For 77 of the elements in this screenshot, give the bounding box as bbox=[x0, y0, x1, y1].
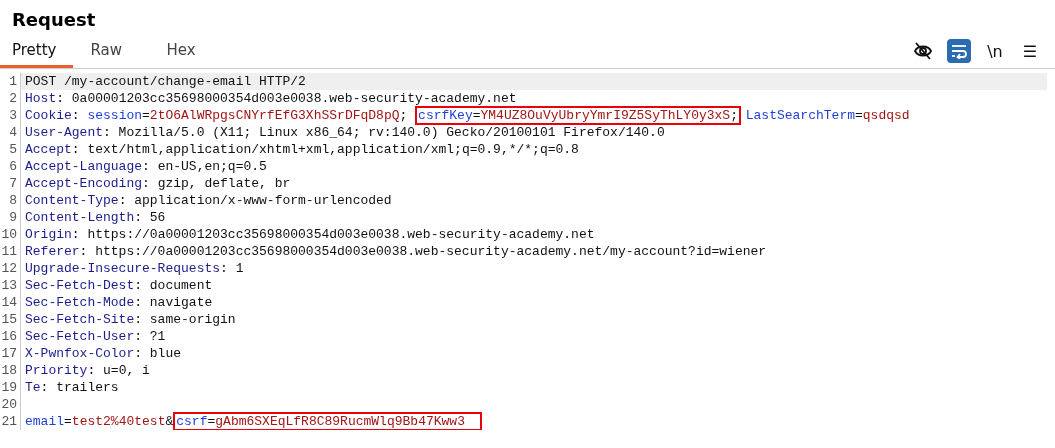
header-name: Content-Type bbox=[25, 192, 119, 209]
parameter-name: LastSearchTerm bbox=[745, 107, 855, 124]
line-number: 16 bbox=[0, 328, 21, 345]
code-text: : same-origin bbox=[134, 311, 236, 328]
line-number: 15 bbox=[0, 311, 21, 328]
code-text: ; bbox=[730, 107, 738, 124]
tab[interactable]: Hex bbox=[154, 34, 225, 68]
code-text: = bbox=[855, 107, 863, 124]
code-text: : https://0a00001203cc35698000354d003e0038.web-security-academy.net/my-account?id=wiener bbox=[79, 243, 767, 260]
menu-button[interactable]: ☰ bbox=[1018, 41, 1041, 61]
parameter-value: YM4UZ8OuVyUbryYmrI9Z5SyThLY0y3xS bbox=[480, 107, 731, 124]
line-number: 13 bbox=[0, 277, 21, 294]
header-name: Sec-Fetch-Dest bbox=[25, 277, 135, 294]
code-text: = bbox=[64, 413, 72, 430]
code-text: : Mozilla/5.0 (X11; Linux x86_64; rv:140.0) Gecko/20100101 Firefox/140.0 bbox=[103, 124, 665, 141]
code-text: : u=0, i bbox=[87, 362, 150, 379]
header-name: Te bbox=[25, 379, 41, 396]
code-text: : application/x-www-form-urlencoded bbox=[118, 192, 392, 209]
code-text: = bbox=[207, 413, 216, 430]
newline-button[interactable]: \n bbox=[983, 41, 1007, 61]
header-name: Accept bbox=[25, 141, 72, 158]
parameter-name: csrfKey bbox=[418, 107, 473, 124]
line-number: 10 bbox=[0, 226, 21, 243]
header-name: Referer bbox=[25, 243, 80, 260]
parameter-value: qsdqsd bbox=[862, 107, 910, 124]
header-name: Sec-Fetch-User bbox=[25, 328, 135, 345]
header-name: X-Pwnfox-Color bbox=[25, 345, 135, 362]
code-text: : trailers bbox=[40, 379, 119, 396]
parameter-name: email bbox=[25, 413, 64, 430]
line-number: 11 bbox=[0, 243, 21, 260]
code-text: POST /my-account/change-email HTTP/2 bbox=[25, 73, 306, 90]
parameter-name: csrf bbox=[176, 413, 208, 430]
parameter-value: gAbm6SXEqLfR8C89RucmWlq9Bb47Kww3 bbox=[215, 413, 465, 430]
eye-slash-icon bbox=[913, 42, 934, 60]
header-name: Host bbox=[25, 90, 57, 107]
line-number: 1 bbox=[0, 73, 21, 90]
line-number: 20 bbox=[0, 396, 21, 413]
header-name: User-Agent bbox=[25, 124, 103, 141]
wrap-button[interactable] bbox=[947, 39, 972, 63]
code-text: : bbox=[71, 107, 81, 124]
parameter-name: session bbox=[87, 107, 143, 124]
code-text: ; bbox=[399, 107, 409, 124]
tab[interactable]: Raw bbox=[78, 34, 149, 68]
code-text: : text/html,application/xhtml+xml,application/xml;q=0.9,*/*;q=0.8 bbox=[71, 141, 579, 158]
line-number: 14 bbox=[0, 294, 21, 311]
code-text: & bbox=[165, 413, 174, 430]
code-text: : navigate bbox=[134, 294, 213, 311]
code-text: : 0a00001203cc35698000354d003e0038.web-security-academy.net bbox=[56, 90, 517, 107]
header-name: Content-Length bbox=[25, 209, 135, 226]
header-name: Accept-Encoding bbox=[25, 175, 143, 192]
header-name: Priority bbox=[25, 362, 88, 379]
header-name: Sec-Fetch-Mode bbox=[25, 294, 135, 311]
header-name: Origin bbox=[25, 226, 72, 243]
panel-title: Request bbox=[11, 8, 96, 32]
parameter-value: test2%40test bbox=[71, 413, 166, 430]
code-text: : 1 bbox=[220, 260, 244, 277]
parameter-value: 2tO6AlWRpgsCNYrfEfG3XhSSrDFqD8pQ bbox=[149, 107, 400, 124]
line-number: 19 bbox=[0, 379, 21, 396]
line-number: 18 bbox=[0, 362, 21, 379]
line-number: 12 bbox=[0, 260, 21, 277]
code-text: : document bbox=[134, 277, 213, 294]
line-number: 21 bbox=[0, 413, 21, 430]
header-name: Upgrade-Insecure-Requests bbox=[25, 260, 221, 277]
code-text: = bbox=[142, 107, 150, 124]
header-name: Accept-Language bbox=[25, 158, 143, 175]
line-number: 17 bbox=[0, 345, 21, 362]
code-text: : 56 bbox=[134, 209, 166, 226]
header-name: Sec-Fetch-Site bbox=[25, 311, 135, 328]
wrap-icon bbox=[950, 43, 969, 59]
code-text: : https://0a00001203cc35698000354d003e0038.web-security-academy.net bbox=[71, 226, 595, 243]
code-text: : blue bbox=[134, 345, 182, 362]
code-text: : ?1 bbox=[134, 328, 166, 345]
code-text: = bbox=[472, 107, 481, 124]
tab[interactable]: Pretty bbox=[0, 34, 73, 68]
header-name: Cookie bbox=[25, 107, 72, 124]
code-text: : gzip, deflate, br bbox=[142, 175, 291, 192]
code-text: : en-US,en;q=0.5 bbox=[142, 158, 267, 175]
